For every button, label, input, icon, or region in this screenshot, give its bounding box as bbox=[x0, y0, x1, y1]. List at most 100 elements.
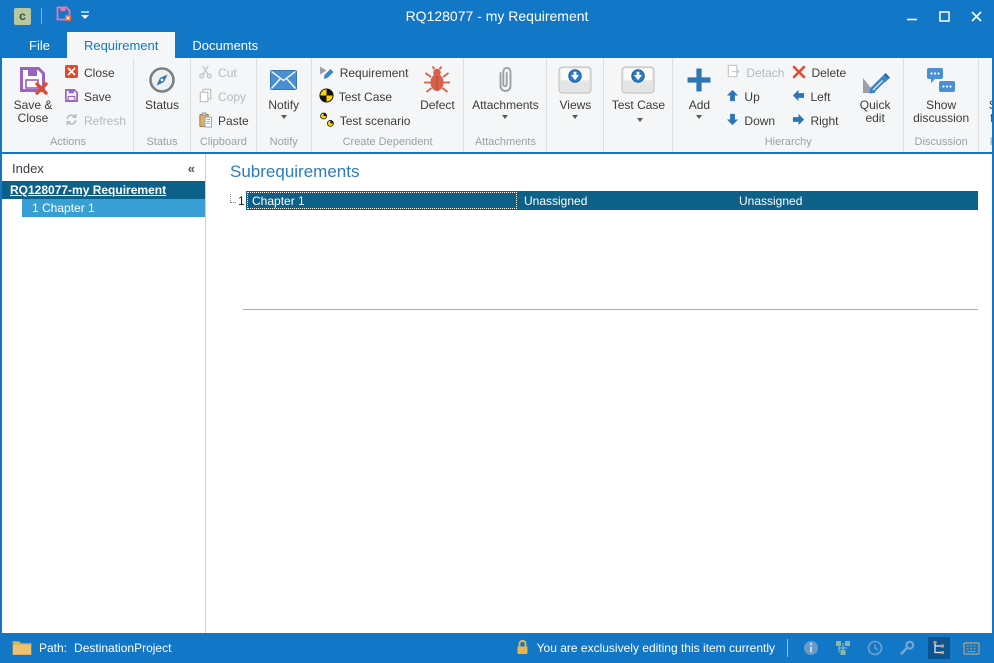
attachments-button[interactable]: Attachments bbox=[467, 61, 543, 135]
app-logo-icon[interactable]: c bbox=[14, 8, 31, 25]
ribbon-group-clipboard: Cut Copy Paste Clipboard bbox=[191, 58, 257, 152]
ribbon: Save & Close Close Save Refresh bbox=[2, 58, 992, 154]
detach-button[interactable]: Detach bbox=[722, 61, 788, 85]
create-test-scenario-button[interactable]: Test scenario bbox=[315, 109, 415, 133]
move-left-button[interactable]: Left bbox=[788, 85, 850, 109]
add-button[interactable]: Add bbox=[676, 61, 722, 135]
folder-icon bbox=[12, 639, 32, 658]
dropdown-arrow-icon bbox=[637, 118, 643, 122]
save-and-close-button[interactable]: Save & Close bbox=[6, 61, 60, 135]
close-item-button[interactable]: Close bbox=[60, 61, 130, 85]
ribbon-group-discussion: Show discussion Discussion bbox=[904, 58, 979, 152]
dropdown-arrow-icon bbox=[502, 115, 508, 119]
chevron-down-icon bbox=[80, 7, 90, 25]
dropdown-arrow-icon bbox=[696, 115, 702, 119]
arrow-right-icon bbox=[792, 113, 805, 129]
sidebar-title: Index bbox=[12, 161, 44, 176]
save-icon bbox=[55, 5, 72, 27]
save-button[interactable]: Save bbox=[60, 85, 130, 109]
create-test-case-button[interactable]: Test Case bbox=[315, 85, 415, 109]
relations-icon[interactable] bbox=[832, 637, 854, 659]
arrow-left-icon bbox=[792, 89, 805, 105]
simple-format-button[interactable]: Simple format bbox=[982, 61, 994, 135]
path-value: DestinationProject bbox=[74, 641, 171, 655]
test-case-view-button[interactable]: Test Case bbox=[607, 61, 669, 135]
move-right-button[interactable]: Right bbox=[788, 109, 850, 133]
show-discussion-button[interactable]: Show discussion bbox=[907, 61, 975, 135]
create-defect-button[interactable]: Defect bbox=[414, 61, 460, 135]
paste-button[interactable]: Paste bbox=[194, 109, 253, 133]
tree-item-chapter[interactable]: 1 Chapter 1 bbox=[22, 199, 205, 217]
subrequirement-row[interactable]: 1 Chapter 1 Unassigned Unassigned bbox=[230, 191, 978, 210]
lock-icon bbox=[516, 639, 529, 658]
hierarchy-view-icon[interactable] bbox=[928, 637, 950, 659]
cell-assignee-2[interactable]: Unassigned bbox=[733, 191, 978, 210]
content-area: Index « RQ128077-my Requirement 1 Chapte… bbox=[2, 154, 992, 633]
refresh-icon bbox=[64, 112, 79, 130]
copy-icon bbox=[198, 88, 213, 106]
create-requirement-button[interactable]: Requirement bbox=[315, 61, 415, 85]
quick-save-button[interactable] bbox=[52, 5, 74, 27]
move-down-button[interactable]: Down bbox=[722, 109, 788, 133]
group-label-test-case bbox=[604, 135, 672, 152]
detach-icon bbox=[726, 64, 741, 82]
tools-icon[interactable] bbox=[896, 637, 918, 659]
dropdown-arrow-icon bbox=[572, 115, 578, 119]
minimize-icon bbox=[907, 11, 918, 22]
ribbon-group-notify: Notify Notify bbox=[257, 58, 312, 152]
ribbon-group-attachments: Attachments Attachments bbox=[464, 58, 547, 152]
ribbon-group-status: Status Status bbox=[134, 58, 191, 152]
collapse-panel-button[interactable]: « bbox=[188, 161, 195, 176]
save-icon bbox=[64, 88, 79, 106]
views-button[interactable]: Views bbox=[550, 61, 600, 135]
section-divider bbox=[243, 309, 978, 310]
group-label-hierarchy: Hierarchy bbox=[673, 135, 903, 152]
history-icon[interactable] bbox=[864, 637, 886, 659]
quick-edit-icon bbox=[860, 63, 890, 97]
copy-button[interactable]: Copy bbox=[194, 85, 253, 109]
minimize-button[interactable] bbox=[896, 0, 928, 32]
status-compass-icon bbox=[148, 63, 176, 97]
envelope-icon bbox=[270, 63, 297, 97]
group-label-views bbox=[547, 135, 603, 152]
tab-file[interactable]: File bbox=[12, 32, 67, 58]
info-icon[interactable] bbox=[800, 637, 822, 659]
app-window: c RQ128077 - my Requirement File bbox=[0, 0, 994, 663]
dropdown-arrow-icon bbox=[281, 115, 287, 119]
window-title: RQ128077 - my Requirement bbox=[2, 8, 992, 24]
keyboard-icon[interactable] bbox=[960, 637, 982, 659]
quick-edit-button[interactable]: Quick edit bbox=[850, 61, 900, 135]
tab-requirement[interactable]: Requirement bbox=[67, 32, 175, 58]
maximize-icon bbox=[939, 11, 950, 22]
ribbon-group-actions: Save & Close Close Save Refresh bbox=[3, 58, 134, 152]
status-button[interactable]: Status bbox=[137, 61, 187, 135]
save-close-icon bbox=[18, 63, 48, 97]
selected-row-bar[interactable]: Chapter 1 Unassigned Unassigned bbox=[246, 191, 978, 210]
group-label-format: Format bbox=[979, 135, 994, 152]
qat-separator bbox=[41, 8, 42, 24]
move-up-button[interactable]: Up bbox=[722, 85, 788, 109]
titlebar: c RQ128077 - my Requirement bbox=[2, 0, 992, 32]
notify-button[interactable]: Notify bbox=[260, 61, 308, 135]
qat-customize-button[interactable] bbox=[74, 5, 96, 27]
cut-button[interactable]: Cut bbox=[194, 61, 253, 85]
group-label-clipboard: Clipboard bbox=[191, 135, 256, 152]
ribbon-group-hierarchy: Add Detach Up Down bbox=[673, 58, 904, 152]
paste-icon bbox=[198, 112, 213, 131]
maximize-button[interactable] bbox=[928, 0, 960, 32]
group-label-actions: Actions bbox=[3, 135, 133, 152]
paperclip-icon bbox=[494, 63, 516, 97]
refresh-button[interactable]: Refresh bbox=[60, 109, 130, 133]
cell-name[interactable]: Chapter 1 bbox=[246, 191, 518, 210]
delete-button[interactable]: Delete bbox=[788, 61, 850, 85]
lock-message: You are exclusively editing this item cu… bbox=[537, 641, 775, 655]
close-button[interactable] bbox=[960, 0, 992, 32]
row-index: 1 bbox=[238, 194, 245, 208]
requirement-pencil-icon bbox=[319, 64, 335, 83]
tree-item-requirement[interactable]: RQ128077-my Requirement bbox=[2, 181, 205, 199]
page-title: Subrequirements bbox=[230, 162, 978, 182]
discussion-bubbles-icon bbox=[926, 63, 956, 97]
statusbar-separator bbox=[787, 639, 788, 657]
cell-assignee-1[interactable]: Unassigned bbox=[518, 191, 733, 210]
tab-documents[interactable]: Documents bbox=[175, 32, 275, 58]
